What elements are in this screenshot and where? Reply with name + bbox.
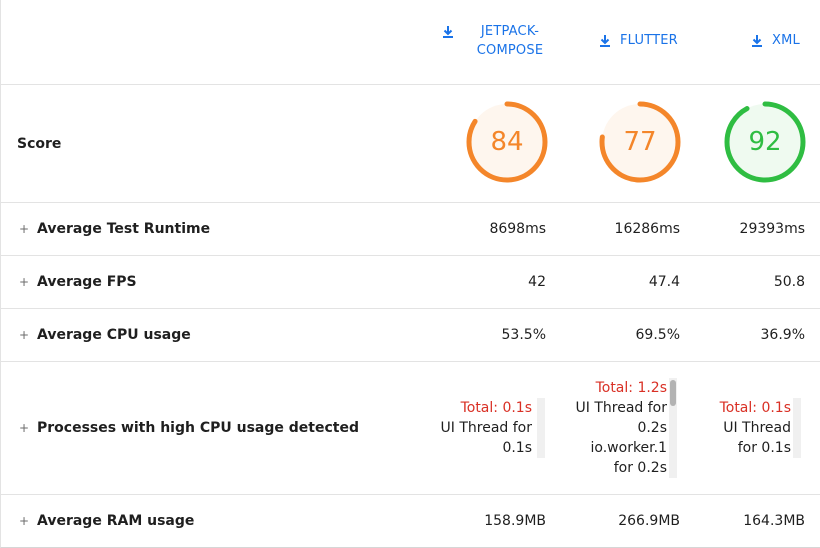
table-header: JETPACK- COMPOSE FLUTTER XML <box>1 0 820 85</box>
cell-jetpack-compose: 53.5% <box>501 327 546 343</box>
download-jetpack-compose-link[interactable]: JETPACK- COMPOSE <box>441 22 545 60</box>
expand-icon[interactable]: + <box>19 275 29 289</box>
scrollbar[interactable] <box>669 378 677 478</box>
expand-icon[interactable]: + <box>19 514 29 528</box>
download-icon <box>443 26 453 38</box>
process-list-jetpack-compose[interactable]: Total: 0.1s UI Thread for 0.1s <box>431 398 532 458</box>
cell-jetpack-compose: 8698ms <box>489 221 546 237</box>
expand-icon[interactable]: + <box>19 421 29 435</box>
row-average-test-runtime[interactable]: + Average Test Runtime 8698ms 16286ms 29… <box>1 203 820 256</box>
row-label: Processes with high CPU usage detected <box>37 420 359 436</box>
cell-xml: 164.3MB <box>743 513 805 529</box>
cell-flutter: 47.4 <box>648 274 680 290</box>
cell-jetpack-compose: 42 <box>528 274 546 290</box>
process-line: 0.2s <box>637 420 667 436</box>
cell-flutter: 266.9MB <box>618 513 680 529</box>
score-value: 92 <box>748 127 782 157</box>
row-average-cpu-usage[interactable]: + Average CPU usage 53.5% 69.5% 36.9% <box>1 309 820 362</box>
expand-icon[interactable]: + <box>19 222 29 236</box>
scrollbar[interactable] <box>537 398 545 458</box>
row-processes-high-cpu[interactable]: + Processes with high CPU usage detected… <box>1 362 820 495</box>
column-header-line: JETPACK- <box>480 24 540 39</box>
comparison-table: JETPACK- COMPOSE FLUTTER XML Score 84 77… <box>0 0 820 548</box>
cell-flutter: 16286ms <box>614 221 680 237</box>
process-line: UI Thread for <box>575 400 667 416</box>
process-line: for 0.1s <box>737 440 791 456</box>
process-list-xml[interactable]: Total: 0.1s UI Thread for 0.1s <box>701 398 791 458</box>
row-label: Average RAM usage <box>37 513 195 529</box>
row-label-score: Score <box>17 135 62 152</box>
process-total: Total: 1.2s <box>595 380 667 396</box>
scrollbar-thumb[interactable] <box>670 380 676 406</box>
process-total: Total: 0.1s <box>460 400 532 416</box>
download-flutter-link[interactable]: FLUTTER <box>598 31 678 50</box>
column-header-flutter: FLUTTER <box>620 33 678 48</box>
row-label: Average Test Runtime <box>37 221 211 237</box>
score-row: Score 84 77 92 <box>1 85 820 203</box>
column-header-jetpack-compose: JETPACK- COMPOSE <box>475 22 545 60</box>
download-xml-link[interactable]: XML <box>750 31 800 50</box>
process-line: for 0.2s <box>613 460 667 476</box>
process-line: 0.1s <box>502 440 532 456</box>
column-header-line: COMPOSE <box>476 43 544 58</box>
score-gauge-xml: 92 <box>723 100 807 184</box>
process-line: io.worker.1 <box>590 440 667 456</box>
column-header-xml: XML <box>772 33 800 48</box>
process-line: UI Thread <box>723 420 791 436</box>
scrollbar[interactable] <box>793 398 801 458</box>
cell-jetpack-compose: 158.9MB <box>484 513 546 529</box>
cell-xml: 36.9% <box>760 327 805 343</box>
process-total: Total: 0.1s <box>719 400 791 416</box>
score-value: 84 <box>490 127 524 157</box>
score-value: 77 <box>623 127 657 157</box>
cell-xml: 29393ms <box>739 221 805 237</box>
cell-xml: 50.8 <box>773 274 805 290</box>
score-gauge-flutter: 77 <box>598 100 682 184</box>
row-average-fps[interactable]: + Average FPS 42 47.4 50.8 <box>1 256 820 309</box>
expand-icon[interactable]: + <box>19 328 29 342</box>
row-label: Average CPU usage <box>37 327 191 343</box>
download-icon <box>752 35 762 47</box>
row-label: Average FPS <box>37 274 137 290</box>
download-icon <box>600 35 610 47</box>
row-average-ram-usage[interactable]: + Average RAM usage 158.9MB 266.9MB 164.… <box>1 495 820 547</box>
process-list-flutter[interactable]: Total: 1.2s UI Thread for 0.2s io.worker… <box>571 378 667 478</box>
cell-flutter: 69.5% <box>635 327 680 343</box>
process-line: UI Thread for <box>440 420 532 436</box>
score-gauge-jetpack-compose: 84 <box>465 100 549 184</box>
